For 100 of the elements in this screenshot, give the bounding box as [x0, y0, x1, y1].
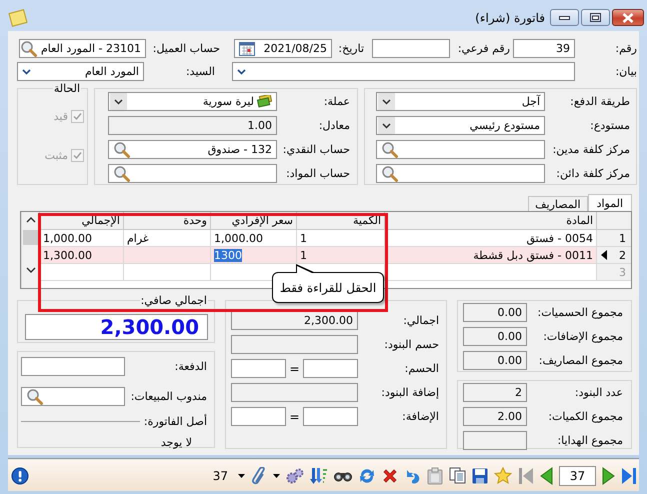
input-field[interactable]: [231, 407, 286, 426]
date-field[interactable]: 2021/08/25: [234, 39, 332, 58]
calendar-icon: [239, 41, 255, 56]
input-field[interactable]: [21, 357, 125, 376]
dropdown[interactable]: مستودع رئيسي: [376, 116, 545, 135]
search-icon: [381, 166, 399, 182]
info-icon[interactable]: [11, 466, 29, 484]
input-field[interactable]: [303, 407, 358, 426]
scrollbar[interactable]: [21, 212, 39, 288]
refresh-icon[interactable]: [358, 466, 376, 484]
field-label: مستودع:: [589, 118, 630, 134]
field-label: بيان:: [614, 64, 637, 80]
search-icon: [26, 388, 44, 404]
scroll-up-icon[interactable]: [26, 217, 36, 223]
field-label: مركز كلفة مدين:: [552, 142, 630, 158]
column-header[interactable]: المادة: [384, 212, 596, 230]
field-label: أصل الفاتورة:: [144, 414, 207, 428]
next-record-icon[interactable]: [602, 466, 615, 484]
group-title: الحالة: [52, 82, 81, 95]
undo-icon[interactable]: [404, 468, 421, 484]
dropdown[interactable]: ليرة سورية: [108, 92, 277, 111]
binoculars-icon[interactable]: [334, 470, 352, 482]
field-label: عدد البنود:: [574, 385, 623, 401]
row-header[interactable]: 2: [596, 247, 631, 264]
field-label: الحسم:: [404, 361, 439, 377]
delete-icon[interactable]: [382, 468, 398, 484]
banknote-icon: [257, 95, 272, 108]
minimize-button[interactable]: [550, 9, 579, 26]
net-total-field: 2,300.00: [25, 314, 208, 340]
scroll-down-icon[interactable]: [26, 267, 36, 273]
copy-icon[interactable]: [449, 467, 466, 484]
dropdown-button[interactable]: [110, 93, 127, 110]
last-record-icon[interactable]: [621, 466, 637, 484]
paperclip-icon[interactable]: [251, 466, 267, 484]
readonly-field: 0.00: [463, 327, 527, 346]
input-field[interactable]: [303, 359, 358, 378]
lookup-field[interactable]: [108, 164, 277, 183]
sort-icon[interactable]: [310, 466, 328, 484]
table-cell: 1300: [210, 247, 296, 264]
field-label: السيد:: [184, 64, 216, 80]
dropdown[interactable]: آجل: [376, 92, 545, 111]
checkbox-label: مثبت: [44, 149, 68, 162]
readonly-field: 1.00: [108, 116, 277, 135]
lookup-field[interactable]: 23101 - المورد العام: [19, 39, 146, 58]
caret-icon: [382, 122, 391, 128]
close-button[interactable]: [612, 9, 644, 26]
close-icon: [622, 12, 634, 22]
input-field[interactable]: [231, 359, 286, 378]
previous-record-icon[interactable]: [540, 466, 553, 484]
search-icon: [381, 142, 399, 158]
input-field[interactable]: [372, 39, 450, 58]
readonly-field: 0.00: [463, 351, 527, 370]
save-icon[interactable]: [472, 468, 488, 484]
dropdown-button[interactable]: [378, 117, 395, 134]
field-label: مجموع الكميات:: [547, 409, 623, 425]
equals-sign: =: [288, 362, 301, 376]
star-icon[interactable]: [494, 467, 512, 484]
field-label: مجموع المصاريف:: [538, 353, 623, 369]
dropdown[interactable]: [232, 62, 575, 81]
field-label: اجمالي:: [402, 313, 439, 329]
field-label: مركز كلفة دائن:: [555, 166, 630, 182]
maximize-button[interactable]: [581, 9, 610, 26]
field-label: طريقة الدفع:: [569, 94, 630, 110]
field-label: مجموع الحسميات:: [536, 305, 623, 321]
table-cell: 0011 - فستق دبل قشطة: [384, 247, 596, 264]
field-label: تاريخ:: [337, 41, 365, 57]
lookup-field[interactable]: [376, 140, 545, 159]
record-number-field[interactable]: 37: [559, 466, 596, 486]
search-icon: [113, 142, 131, 158]
field-label: الإضافة:: [401, 409, 439, 425]
row-header[interactable]: 1: [596, 230, 631, 247]
field-label: حسم البنود:: [383, 337, 439, 353]
current-row-icon: [601, 250, 607, 260]
readonly-field: [463, 431, 527, 450]
field-label: حساب النقدي:: [282, 142, 350, 158]
field-label: مندوب المبيعات:: [130, 389, 207, 405]
first-record-icon[interactable]: [518, 466, 534, 484]
readonly-field: 0.00: [463, 303, 527, 322]
callout: الحقل للقراءة فقط: [272, 272, 384, 303]
table-cell: 1: [296, 247, 384, 264]
lookup-field[interactable]: [376, 164, 545, 183]
lookup-field[interactable]: [21, 387, 125, 406]
scrollbar-thumb[interactable]: [23, 230, 38, 245]
lookup-field[interactable]: 132 - صندوق: [108, 140, 277, 159]
window-title: فاتورة (شراء): [475, 11, 545, 25]
caret-icon[interactable]: [238, 474, 245, 478]
minimize-icon: [559, 16, 570, 20]
field-label: عملة:: [322, 94, 350, 110]
input-field[interactable]: 39: [513, 39, 575, 58]
field-label: مجموع الهدايا:: [556, 433, 623, 449]
row-header-corner: [596, 212, 631, 230]
dropdown-button[interactable]: [378, 93, 395, 110]
field-label: رقم:: [614, 41, 637, 57]
tab[interactable]: المواد: [588, 194, 632, 211]
gears-icon[interactable]: [286, 468, 304, 484]
caret-icon[interactable]: [273, 474, 280, 478]
dropdown[interactable]: المورد العام: [17, 62, 144, 81]
clipboard-icon[interactable]: [427, 466, 443, 484]
tab[interactable]: المصاريف: [528, 196, 588, 211]
record-count: 37: [212, 468, 228, 482]
